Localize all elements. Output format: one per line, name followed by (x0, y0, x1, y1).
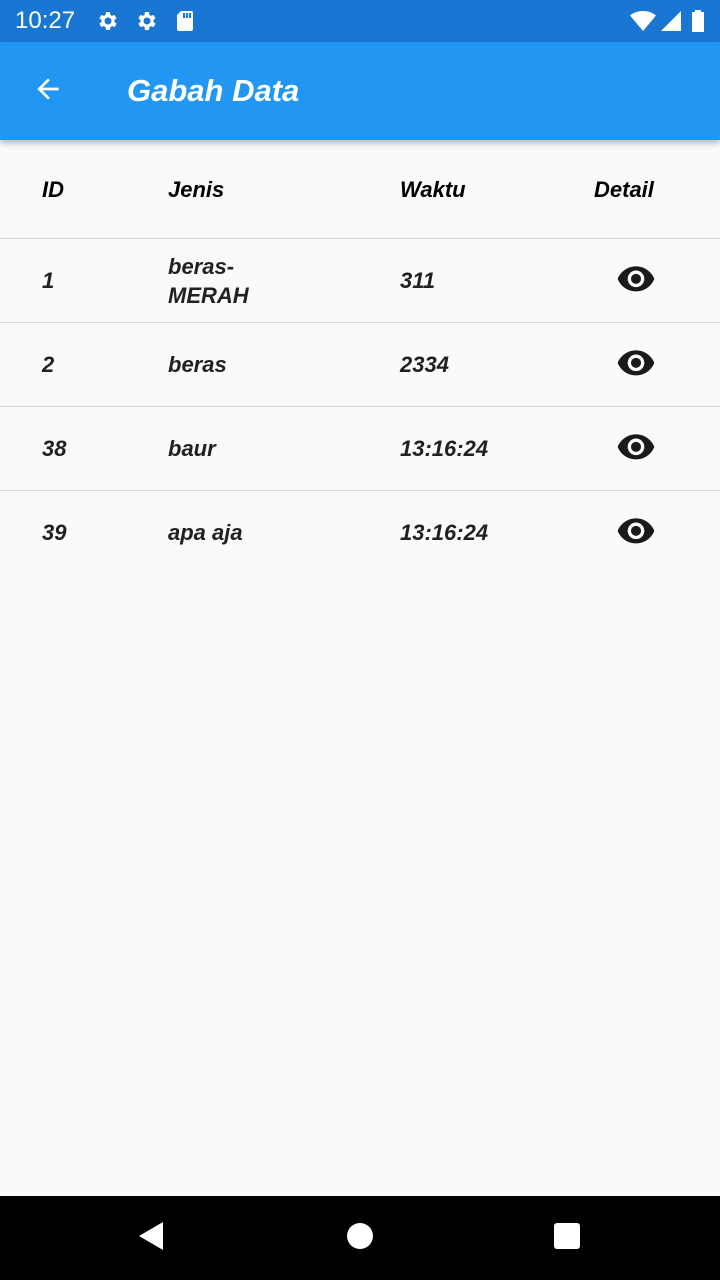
cell-jenis: apa aja (168, 520, 243, 545)
eye-icon (616, 348, 656, 381)
cell-jenis-line: MERAH (168, 283, 249, 308)
cell-waktu: 311 (400, 268, 436, 293)
page-title: Gabah Data (127, 73, 300, 108)
detail-button[interactable] (612, 342, 660, 386)
cell-waktu: 2334 (400, 352, 449, 377)
table-header-row: ID Jenis Waktu Detail (0, 140, 720, 239)
table-row: 1 beras- MERAH 311 (0, 239, 720, 323)
nav-home-button[interactable] (340, 1218, 380, 1258)
detail-button[interactable] (612, 426, 660, 470)
status-bar: 10:27 (0, 0, 720, 42)
cell-id: 39 (42, 520, 67, 545)
cell-jenis: beras- MERAH (168, 252, 288, 310)
detail-button[interactable] (612, 510, 660, 554)
sd-card-icon (173, 9, 197, 33)
home-circle-icon (346, 1222, 374, 1255)
cell-id: 2 (42, 352, 55, 377)
table-row: 2 beras 2334 (0, 323, 720, 407)
cell-id: 38 (42, 436, 67, 461)
nav-back-button[interactable] (131, 1218, 171, 1258)
cell-jenis-line: beras- (168, 254, 235, 279)
gear-icon (95, 9, 119, 33)
eye-icon (616, 264, 656, 297)
signal-icon (659, 9, 683, 33)
table-row: 38 baur 13:16:24 (0, 407, 720, 491)
recents-square-icon (553, 1222, 581, 1255)
table-row: 39 apa aja 13:16:24 (0, 491, 720, 574)
cell-id: 1 (42, 268, 55, 293)
eye-icon (616, 516, 656, 549)
header-id: ID (42, 177, 64, 202)
back-triangle-icon (137, 1220, 165, 1257)
screen: 10:27 Gabah Data ID Jenis Waktu Detail 1… (0, 0, 720, 1280)
eye-icon (616, 432, 656, 465)
arrow-back-icon (32, 73, 64, 110)
battery-icon (690, 9, 706, 33)
cell-jenis: baur (168, 436, 216, 461)
cell-jenis: beras (168, 352, 227, 377)
back-button[interactable] (24, 67, 72, 115)
navigation-bar (0, 1196, 720, 1280)
header-jenis: Jenis (168, 177, 225, 202)
header-waktu: Waktu (400, 177, 466, 202)
cell-waktu: 13:16:24 (400, 436, 489, 461)
nav-recents-button[interactable] (547, 1218, 587, 1258)
data-table: ID Jenis Waktu Detail 1 beras- MERAH 311… (0, 140, 720, 574)
wifi-icon (630, 9, 656, 33)
gear-icon (134, 9, 158, 33)
app-bar: Gabah Data (0, 42, 720, 140)
detail-button[interactable] (612, 258, 660, 302)
status-time: 10:27 (15, 7, 76, 34)
cell-waktu: 13:16:24 (400, 520, 489, 545)
header-detail: Detail (594, 177, 654, 202)
